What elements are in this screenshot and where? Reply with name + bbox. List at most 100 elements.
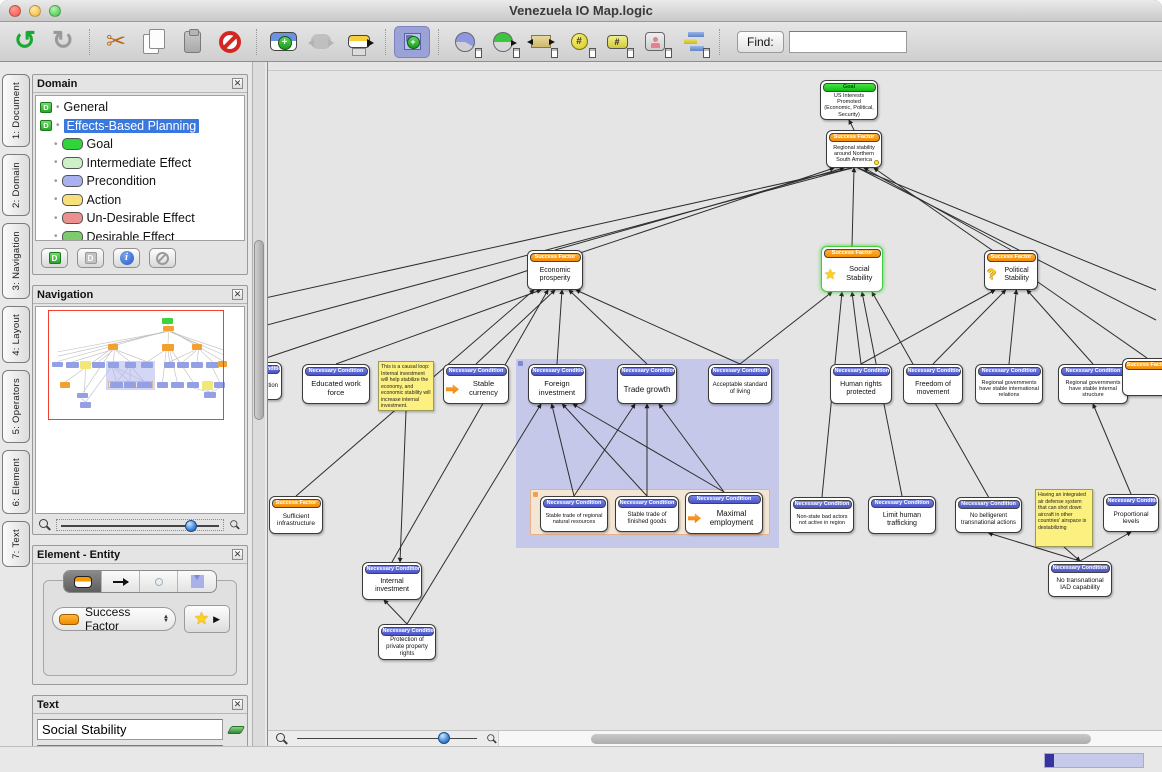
node-text: Stable currency	[461, 380, 506, 398]
tab-relation[interactable]	[102, 571, 140, 592]
copy-button[interactable]	[136, 26, 172, 58]
domain-item-action[interactable]: •Action	[40, 191, 244, 210]
sf-political-stability[interactable]: Success Factor?Political Stability	[984, 250, 1038, 290]
zoom-out-icon[interactable]	[39, 519, 51, 531]
note-air-defense[interactable]: Having an integrated air defense system …	[1035, 489, 1093, 547]
goal-us-interests[interactable]: GoalUS Interests Promoted (Economic, Pol…	[820, 80, 878, 120]
nc-finished-goods[interactable]: Necessary ConditionStable trade of finis…	[615, 496, 679, 532]
nc-clipped-left[interactable]: Necessary Conditionnted to ation	[268, 362, 282, 400]
domain-item-intermediate-effect[interactable]: •Intermediate Effect	[40, 154, 244, 173]
nc-no-transnational-iad[interactable]: Necessary ConditionNo transnational IAD …	[1048, 561, 1112, 597]
tab-region[interactable]	[178, 571, 216, 592]
entity-report-button[interactable]	[637, 26, 673, 58]
domain-item-desirable-effect[interactable]: •Desirable Effect	[40, 228, 244, 242]
nc-stable-currency[interactable]: Necessary ConditionStable currency	[443, 364, 509, 404]
nc-maximal-employment[interactable]: Necessary ConditionMaximal employment	[685, 492, 763, 534]
domain-disable-button[interactable]	[149, 248, 176, 268]
domain-item-goal[interactable]: •Goal	[40, 135, 244, 154]
pie-blue-icon	[455, 32, 475, 52]
nc-human-trafficking[interactable]: Necessary ConditionLimit human trafficki…	[868, 496, 936, 534]
nc-property-rights[interactable]: Necessary ConditionProtection of private…	[378, 624, 436, 660]
close-icon[interactable]: ✕	[232, 699, 243, 710]
nc-human-rights[interactable]: Necessary ConditionHuman rights protecte…	[830, 364, 892, 404]
zoom-in-icon[interactable]	[230, 520, 240, 530]
sf-clipped-right[interactable]: Success Factor	[1122, 358, 1162, 396]
bullet-icon: •	[54, 176, 58, 187]
block-button[interactable]	[212, 26, 248, 58]
entity-type-dropdown[interactable]: Success Factor ▲▼	[52, 607, 176, 631]
nc-stable-intl-relations[interactable]: Necessary ConditionRegional governments …	[975, 364, 1043, 404]
sidebar-tab-text[interactable]: 7: Text	[2, 521, 30, 567]
hierarchy-report-button[interactable]	[675, 26, 711, 58]
new-relation-button[interactable]	[303, 26, 339, 58]
domain-item-un-desirable-effect[interactable]: •Un-Desirable Effect	[40, 209, 244, 228]
close-icon[interactable]: ✕	[232, 78, 243, 89]
domain-item-effects-based-planning[interactable]: D•Effects-Based Planning	[40, 117, 244, 136]
horizontal-scrollbar-thumb[interactable]	[591, 734, 1091, 744]
note-causal-loop[interactable]: This is a causal loop: Internal investme…	[378, 361, 434, 411]
sidebar-scrollbar[interactable]	[252, 62, 265, 746]
element-name-input[interactable]	[37, 719, 223, 740]
decoration-button[interactable]: ★ ▶	[184, 605, 230, 633]
bullet-icon: •	[54, 139, 58, 150]
sidebar-scrollbar-thumb[interactable]	[254, 240, 264, 420]
new-junction-button[interactable]	[341, 26, 377, 58]
horizontal-scrollbar[interactable]	[498, 731, 1162, 746]
minimap-viewport-rect[interactable]	[48, 310, 224, 420]
minimap-zoom-slider[interactable]	[56, 519, 224, 531]
transition-report-button[interactable]	[485, 26, 521, 58]
domain-item-precondition[interactable]: •Precondition	[40, 172, 244, 191]
tag-box-report-button[interactable]: #	[599, 26, 635, 58]
sidebar-tab-layout[interactable]: 4: Layout	[2, 306, 30, 364]
add-domain-button[interactable]: D	[41, 248, 68, 268]
sf-regional-stability[interactable]: Success FactorRegional stability around …	[826, 130, 882, 168]
nc-proportional-levels[interactable]: Necessary ConditionProportional levels	[1103, 494, 1159, 532]
redo-button[interactable]: ↺	[45, 26, 81, 58]
minimap-zoom-thumb[interactable]	[185, 520, 197, 532]
minimap[interactable]	[35, 306, 245, 514]
canvas-zoom-slider[interactable]	[293, 733, 481, 745]
sidebar-tab-document[interactable]: 1: Document	[2, 74, 30, 147]
domain-info-button[interactable]: i	[113, 248, 140, 268]
cut-button[interactable]: ✂	[98, 26, 134, 58]
sidebar-tab-element[interactable]: 6: Element	[2, 450, 30, 514]
nc-belligerent[interactable]: Necessary ConditionNo belligerent transn…	[955, 497, 1022, 533]
sidebar-tab-domain[interactable]: 2: Domain	[2, 154, 30, 216]
new-entity-button[interactable]	[265, 26, 301, 58]
map-canvas[interactable]: GoalUS Interests Promoted (Economic, Pol…	[268, 62, 1162, 730]
sf-sufficient-infrastructure[interactable]: Success FactorSufficient infrastructure	[269, 496, 323, 534]
sf-social-stability[interactable]: Success Factor★Social Stability	[821, 246, 883, 292]
nc-acceptable-standard[interactable]: Necessary ConditionAcceptable standard o…	[708, 364, 772, 404]
domain-item-label: Effects-Based Planning	[64, 119, 200, 133]
nc-educated-work-force[interactable]: Necessary ConditionEducated work force	[302, 364, 370, 404]
close-icon[interactable]: ✕	[232, 549, 243, 560]
canvas-zoom-thumb[interactable]	[438, 732, 450, 744]
tag-report-button[interactable]: #	[561, 26, 597, 58]
toolbar-separator	[719, 29, 720, 55]
zoom-in-icon[interactable]	[487, 734, 497, 744]
nc-bad-actors[interactable]: Necessary ConditionNon-state bad actors …	[790, 497, 854, 533]
find-input[interactable]	[789, 31, 907, 53]
sf-economic-prosperity[interactable]: Success FactorEconomic prosperity	[527, 250, 583, 290]
canvas-zoom-control	[268, 733, 498, 745]
nc-natural-resources[interactable]: Necessary ConditionStable trade of regio…	[540, 496, 608, 532]
tab-entity[interactable]	[64, 571, 102, 592]
state-report-button[interactable]	[447, 26, 483, 58]
paste-button[interactable]	[174, 26, 210, 58]
sidebar-tab-navigation[interactable]: 3: Navigation	[2, 223, 30, 298]
undo-button[interactable]: ↺	[7, 26, 43, 58]
duplicate-domain-button[interactable]: D	[77, 248, 104, 268]
nc-trade-growth[interactable]: Necessary ConditionTrade growth	[617, 364, 677, 404]
edit-pencil-icon[interactable]	[227, 726, 245, 734]
nc-internal-investment[interactable]: Necessary ConditionInternal investment	[362, 562, 422, 600]
nc-freedom-movement[interactable]: Necessary ConditionFreedom of movement	[903, 364, 963, 404]
domain-item-general[interactable]: D•General	[40, 98, 244, 117]
new-region-button[interactable]	[394, 26, 430, 58]
close-icon[interactable]: ✕	[232, 289, 243, 300]
sidebar-tab-operators[interactable]: 5: Operators	[2, 370, 30, 442]
action-report-button[interactable]	[523, 26, 559, 58]
nc-foreign-investment[interactable]: Necessary ConditionForeign investment	[528, 364, 586, 404]
tab-junction[interactable]	[140, 571, 178, 592]
zoom-out-icon[interactable]	[276, 733, 288, 745]
nc-stable-internal-structure[interactable]: Necessary ConditionRegional governments …	[1058, 364, 1128, 404]
